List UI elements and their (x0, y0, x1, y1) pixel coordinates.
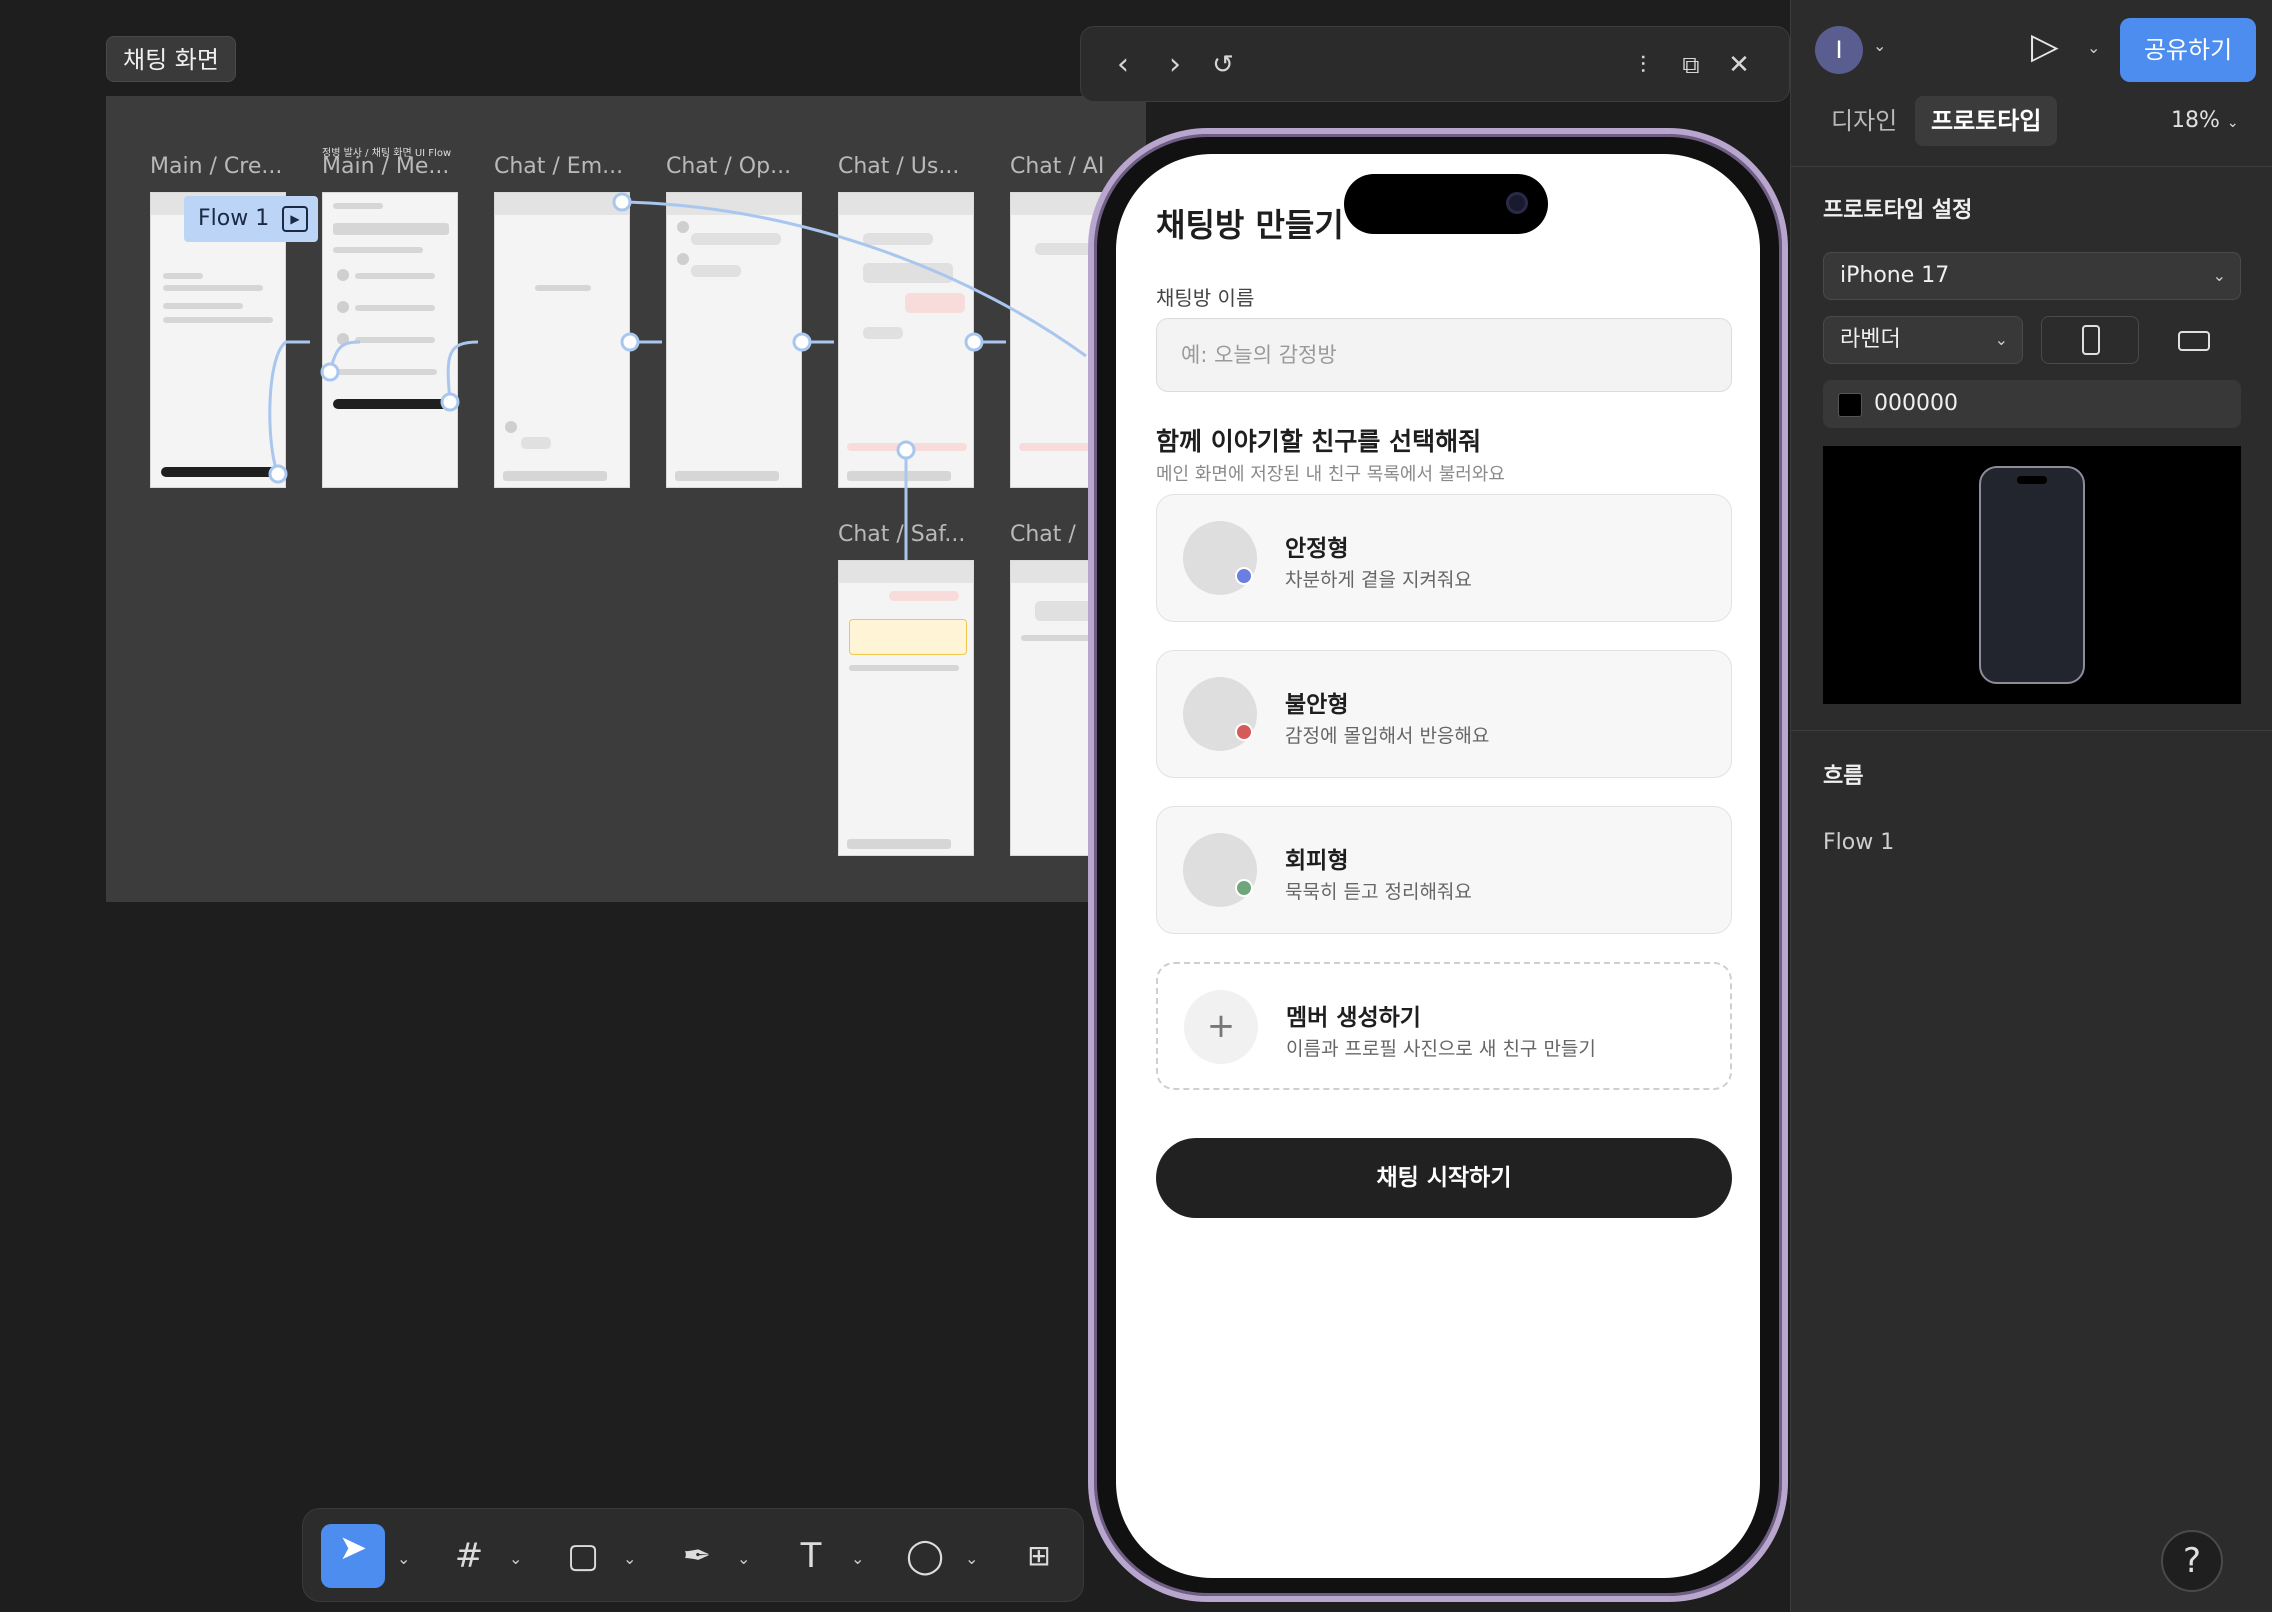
camera-icon (1506, 192, 1528, 214)
preview-toolbar: ‹ › ↺ ⫶ ⧉ ✕ (1080, 26, 1790, 102)
chevron-down-icon: ⌄ (2212, 266, 2226, 285)
text-tool-icon[interactable]: T (787, 1532, 835, 1580)
friend-desc: 묵묵히 듣고 정리해줘요 (1285, 881, 1472, 903)
start-chat-button[interactable]: 채팅 시작하기 (1156, 1138, 1732, 1218)
zoom-value: 18% (2171, 108, 2220, 133)
play-icon[interactable]: ▷ (2031, 26, 2059, 67)
close-icon[interactable]: ✕ (1719, 45, 1759, 85)
color-swatch[interactable] (1838, 393, 1862, 417)
restart-icon[interactable]: ↺ (1203, 45, 1243, 85)
sliders-icon[interactable]: ⫶ (1623, 45, 1663, 85)
prototype-settings-heading: 프로토타입 설정 (1823, 198, 1973, 223)
device-color-select[interactable]: 라벤더 ⌄ (1823, 316, 2023, 364)
status-dot-icon (1235, 567, 1253, 585)
preview-screen: 채팅방 만들기 채팅방 이름 예: 오늘의 감정방 함께 이야기할 친구를 선택… (1116, 154, 1760, 1578)
tab-design[interactable]: 디자인 (1815, 96, 1913, 146)
avatar[interactable]: I (1815, 26, 1863, 74)
chevron-down-icon: ⌄ (1994, 330, 2008, 349)
friend-desc: 차분하게 곁을 지켜줘요 (1285, 569, 1472, 591)
add-member-button[interactable]: + 멤버 생성하기 이름과 프로필 사진으로 새 친구 만들기 (1156, 962, 1732, 1090)
share-button[interactable]: 공유하기 (2120, 18, 2256, 82)
background-color-field[interactable]: 000000 (1823, 380, 2241, 428)
divider (1791, 730, 2272, 731)
friend-name: 회피형 (1285, 848, 1349, 874)
friend-card-stable[interactable]: 안정형 차분하게 곁을 지켜줘요 (1156, 494, 1732, 622)
device-value: iPhone 17 (1840, 263, 1950, 288)
dynamic-island (1344, 174, 1548, 234)
section-label[interactable]: 채팅 화면 (106, 36, 236, 82)
actions-tool-icon[interactable]: ⊞ (1015, 1532, 1063, 1580)
phone-thumbnail-icon (1979, 466, 2085, 684)
friends-subtext: 메인 화면에 저장된 내 친구 목록에서 불러와요 (1156, 464, 1505, 485)
comment-tool-icon[interactable]: ◯ (901, 1532, 949, 1580)
chevron-left-icon[interactable]: ‹ (1103, 45, 1143, 85)
add-member-title: 멤버 생성하기 (1286, 1005, 1421, 1031)
friend-card-anxious[interactable]: 불안형 감정에 몰입해서 반응해요 (1156, 650, 1732, 778)
add-member-desc: 이름과 프로필 사진으로 새 친구 만들기 (1286, 1038, 1596, 1060)
device-select[interactable]: iPhone 17 ⌄ (1823, 252, 2241, 300)
tools-toolbar: ➤ ⌄ # ⌄ ▢ ⌄ ✒ ⌄ T ⌄ ◯ ⌄ ⊞ (302, 1508, 1084, 1602)
device-preview: 채팅방 만들기 채팅방 이름 예: 오늘의 감정방 함께 이야기할 친구를 선택… (1088, 128, 1788, 1602)
chevron-down-icon: ⌄ (2226, 115, 2239, 131)
section-chat-screen[interactable]: Main / Cre... 정병 발사 / 채팅 화면 UI Flow Main… (106, 96, 1146, 902)
zoom-level[interactable]: 18% ⌄ (2171, 108, 2239, 133)
friend-name: 불안형 (1285, 692, 1349, 718)
chevron-down-icon[interactable]: ⌄ (1873, 36, 1886, 55)
status-dot-icon (1235, 723, 1253, 741)
room-name-input[interactable]: 예: 오늘의 감정방 (1156, 318, 1732, 392)
device-thumbnail (1823, 446, 2241, 704)
open-external-icon[interactable]: ⧉ (1671, 45, 1711, 85)
chevron-down-icon[interactable]: ⌄ (509, 1549, 522, 1568)
flows-heading: 흐름 (1823, 764, 1864, 789)
move-tool-icon[interactable]: ➤ (321, 1524, 385, 1588)
help-button[interactable]: ? (2161, 1530, 2223, 1592)
chevron-down-icon[interactable]: ⌄ (737, 1549, 750, 1568)
friend-desc: 감정에 몰입해서 반응해요 (1285, 725, 1490, 747)
status-dot-icon (1235, 879, 1253, 897)
rectangle-tool-icon[interactable]: ▢ (559, 1532, 607, 1580)
plus-icon: + (1184, 990, 1258, 1064)
page-title: 채팅방 만들기 (1156, 206, 1344, 244)
background-hex: 000000 (1874, 391, 1958, 416)
friend-card-avoidant[interactable]: 회피형 묵묵히 듣고 정리해줘요 (1156, 806, 1732, 934)
chevron-right-icon[interactable]: › (1155, 45, 1195, 85)
divider (1791, 166, 2272, 167)
chevron-down-icon[interactable]: ⌄ (965, 1549, 978, 1568)
chevron-down-icon[interactable]: ⌄ (623, 1549, 636, 1568)
pen-tool-icon[interactable]: ✒ (673, 1532, 721, 1580)
chevron-down-icon[interactable]: ⌄ (851, 1549, 864, 1568)
properties-panel: I ⌄ ▷ ⌄ 공유하기 디자인 프로토타입 18% ⌄ 프로토타입 설정 iP… (1790, 0, 2272, 1612)
portrait-toggle[interactable] (2041, 316, 2139, 364)
flow-item[interactable]: Flow 1 (1823, 830, 1894, 855)
room-name-label: 채팅방 이름 (1156, 286, 1255, 310)
tab-prototype[interactable]: 프로토타입 (1915, 96, 2058, 146)
frame-tool-icon[interactable]: # (445, 1532, 493, 1580)
chevron-down-icon[interactable]: ⌄ (2087, 38, 2100, 57)
landscape-toggle[interactable] (2143, 316, 2241, 364)
chevron-down-icon[interactable]: ⌄ (397, 1549, 410, 1568)
friends-heading: 함께 이야기할 친구를 선택해줘 (1156, 427, 1482, 456)
landscape-icon (2178, 331, 2210, 351)
device-color-value: 라벤더 (1840, 327, 1901, 352)
portrait-icon (2082, 325, 2100, 355)
prototype-connections (268, 192, 1087, 560)
friend-name: 안정형 (1285, 536, 1349, 562)
